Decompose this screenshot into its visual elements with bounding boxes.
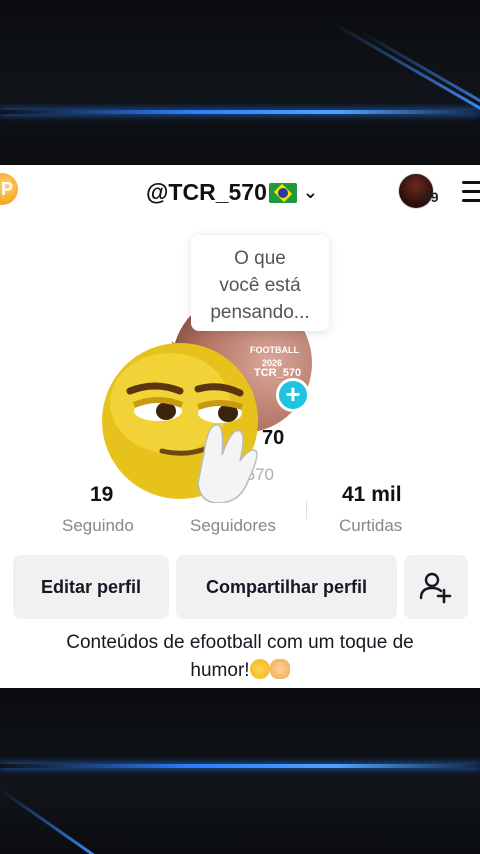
bio-line-1: Conteúdos de efootball com um toque de bbox=[66, 632, 414, 653]
likes-count[interactable]: 41 mil bbox=[342, 483, 402, 507]
followers-label: Seguidores bbox=[190, 516, 277, 535]
profile-screen: P @TCR_570 ⌄ 99 FOOTBALL 2026 TCR_570 O … bbox=[0, 165, 480, 688]
stats-divider bbox=[306, 501, 307, 519]
username: @TCR_570 bbox=[146, 179, 267, 205]
note-line-2: você está bbox=[219, 275, 301, 296]
likes-label: Curtidas bbox=[339, 516, 403, 535]
video-background-top bbox=[0, 0, 480, 165]
ok-hand-emoji-icon bbox=[269, 659, 290, 679]
coin-icon[interactable]: P bbox=[0, 173, 18, 205]
laughing-emoji-icon bbox=[249, 659, 270, 679]
profile-bio: Conteúdos de efootball com um toque de h… bbox=[0, 629, 480, 685]
menu-icon[interactable] bbox=[462, 181, 480, 208]
avatar-badge: 99 bbox=[423, 189, 439, 205]
note-line-3: pensando... bbox=[210, 302, 310, 323]
bio-line-2: humor! bbox=[0, 657, 480, 685]
thinking-emoji-overlay-icon bbox=[102, 341, 258, 503]
note-line-1: O que bbox=[234, 248, 286, 269]
share-profile-button[interactable]: Compartilhar perfil bbox=[176, 555, 397, 619]
brazil-flag-icon bbox=[268, 182, 297, 203]
chevron-down-icon: ⌄ bbox=[302, 182, 318, 202]
note-bubble[interactable]: O que você está pensando... bbox=[191, 235, 329, 331]
following-label: Seguindo bbox=[62, 516, 134, 535]
video-background-bottom bbox=[0, 688, 480, 854]
add-story-button[interactable]: + bbox=[276, 378, 310, 412]
add-friend-button[interactable] bbox=[404, 555, 468, 619]
username-switcher[interactable]: @TCR_570 ⌄ bbox=[146, 179, 318, 206]
add-user-icon bbox=[419, 572, 452, 604]
edit-profile-button[interactable]: Editar perfil bbox=[13, 555, 169, 619]
